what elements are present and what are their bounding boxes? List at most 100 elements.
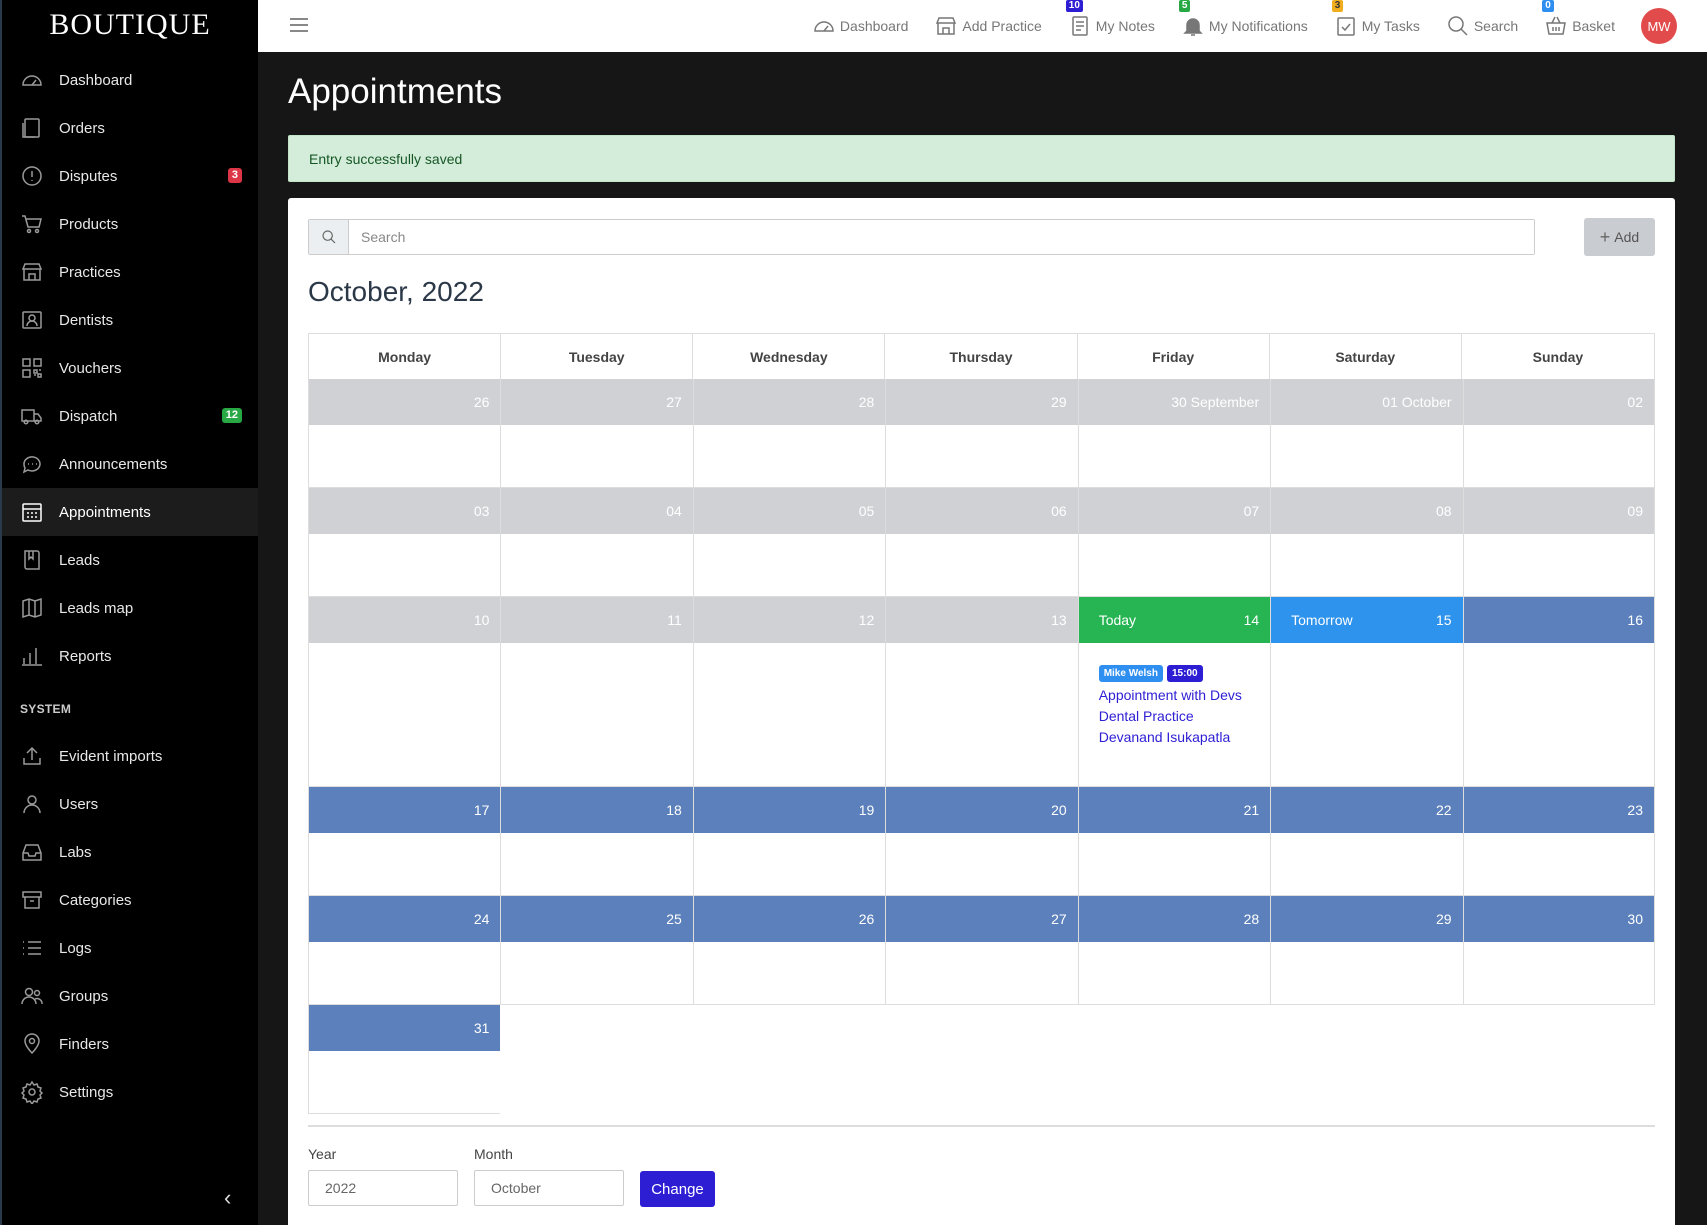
month-input[interactable]: [474, 1170, 624, 1206]
sidebar-item-groups[interactable]: Groups: [2, 972, 258, 1020]
calendar-day[interactable]: 04: [500, 488, 693, 597]
calendar-day[interactable]: 03: [308, 488, 501, 597]
calendar-day[interactable]: Tomorrow 15: [1270, 597, 1463, 787]
calendar-day[interactable]: 28: [692, 379, 886, 488]
day-body: [694, 643, 885, 786]
day-number: 17: [473, 802, 490, 818]
sidebar-item-labs[interactable]: Labs: [2, 828, 258, 876]
sidebar-item-practices[interactable]: Practices: [2, 248, 258, 296]
sidebar-item-settings[interactable]: Settings: [2, 1068, 258, 1116]
sidebar-item-leads-map[interactable]: Leads map: [2, 584, 258, 632]
calendar-day[interactable]: 07: [1077, 488, 1271, 597]
sidebar-item-dentists[interactable]: Dentists: [2, 296, 258, 344]
calendar-day[interactable]: 27: [885, 896, 1078, 1005]
sidebar-item-label: Categories: [59, 891, 132, 909]
calendar-day[interactable]: 11: [500, 597, 693, 787]
calendar-day[interactable]: 13: [885, 597, 1078, 787]
calendar-day[interactable]: 12: [692, 597, 886, 787]
sidebar-item-users[interactable]: Users: [2, 780, 258, 828]
calendar-day[interactable]: 09: [1462, 488, 1655, 597]
calendar-day[interactable]: 30 September: [1077, 379, 1271, 488]
inbox-icon: [19, 839, 45, 865]
calendar-day[interactable]: 28: [1077, 896, 1271, 1005]
collapse-sidebar-icon[interactable]: ‹: [224, 1186, 244, 1210]
event-link-line[interactable]: Dental Practice: [1099, 706, 1250, 727]
top-my-tasks-link[interactable]: 3 My Tasks: [1331, 0, 1420, 38]
sidebar-item-label: Users: [59, 795, 99, 813]
top-search-link[interactable]: Search: [1446, 14, 1518, 38]
sidebar-item-categories[interactable]: Categories: [2, 876, 258, 924]
calendar-day[interactable]: 27: [500, 379, 693, 488]
calendar-day[interactable]: 01 October: [1270, 379, 1463, 488]
book-icon: [19, 547, 45, 573]
day-body: [1079, 833, 1270, 895]
day-body: [886, 425, 1077, 487]
avatar[interactable]: MW: [1641, 8, 1677, 44]
sidebar-item-dashboard[interactable]: Dashboard: [2, 56, 258, 104]
calendar-day[interactable]: 08: [1270, 488, 1463, 597]
calendar-day[interactable]: 02: [1462, 379, 1655, 488]
calendar-day[interactable]: 30: [1462, 896, 1655, 1005]
calendar-day[interactable]: 20: [885, 787, 1078, 896]
calendar-day[interactable]: 10: [308, 597, 501, 787]
calendar-day[interactable]: 25: [500, 896, 693, 1005]
sidebar-item-disputes[interactable]: Disputes 3: [2, 152, 258, 200]
orders-icon: [19, 115, 45, 141]
notes-icon: [1072, 16, 1088, 36]
day-body: [1464, 833, 1654, 895]
menu-toggle-icon[interactable]: [290, 14, 308, 34]
sidebar-item-finders[interactable]: Finders: [2, 1020, 258, 1068]
day-number: 29: [1051, 394, 1067, 410]
calendar-day[interactable]: 19: [692, 787, 886, 896]
appointment-event[interactable]: Mike Welsh 15:00 Appointment with Devs Dent…: [1079, 643, 1270, 748]
sidebar-item-vouchers[interactable]: Vouchers: [2, 344, 258, 392]
day-number: 03: [473, 503, 490, 519]
calendar-day[interactable]: 26: [308, 379, 501, 488]
calendar-day[interactable]: 17: [308, 787, 501, 896]
calendar-day[interactable]: 23: [1462, 787, 1655, 896]
search-input[interactable]: [349, 220, 1534, 254]
calendar-day[interactable]: 16: [1462, 597, 1655, 787]
top-my-notes-link[interactable]: 10 My Notes: [1065, 0, 1155, 38]
calendar-day[interactable]: 29: [885, 379, 1078, 488]
sidebar-item-appointments[interactable]: Appointments: [2, 488, 258, 536]
event-time-badge: 15:00: [1166, 665, 1203, 682]
sidebar-item-orders[interactable]: Orders: [2, 104, 258, 152]
day-body: [694, 942, 885, 1004]
top-dashboard-link[interactable]: Dashboard: [812, 14, 908, 38]
day-number: 15: [1435, 612, 1452, 628]
sidebar-item-dispatch[interactable]: Dispatch 12: [2, 392, 258, 440]
year-input[interactable]: [308, 1170, 458, 1206]
calendar-day[interactable]: 21: [1077, 787, 1271, 896]
calendar-day[interactable]: 29: [1270, 896, 1463, 1005]
calendar-day[interactable]: 26: [692, 896, 886, 1005]
top-my-notifications-link[interactable]: 5 My Notifications: [1178, 0, 1308, 38]
sidebar-item-announcements[interactable]: Announcements: [2, 440, 258, 488]
calendar-day[interactable]: 06: [885, 488, 1078, 597]
day-number: 30 September: [1171, 394, 1260, 410]
calendar-day[interactable]: 31: [308, 1005, 501, 1114]
top-add-practice-link[interactable]: Add Practice: [934, 14, 1042, 38]
day-header: 10: [309, 597, 501, 643]
sidebar-item-leads[interactable]: Leads: [2, 536, 258, 584]
add-button[interactable]: + Add: [1584, 218, 1655, 256]
sidebar-item-evident-imports[interactable]: Evident imports: [2, 732, 258, 780]
day-number: 12: [858, 612, 875, 628]
top-add-practice-label: Add Practice: [962, 18, 1042, 34]
calendar-day[interactable]: 24: [308, 896, 501, 1005]
calendar-day[interactable]: 18: [500, 787, 693, 896]
change-button[interactable]: Change: [640, 1171, 715, 1207]
sidebar-item-logs[interactable]: Logs: [2, 924, 258, 972]
sidebar-item-reports[interactable]: Reports: [2, 632, 258, 680]
calendar-day[interactable]: Today 14 Mike Welsh 15:00 Appointment with D…: [1077, 597, 1271, 787]
day-number: 06: [1051, 503, 1067, 519]
calendar-day[interactable]: 05: [692, 488, 886, 597]
day-body: [886, 534, 1077, 596]
sidebar-item-products[interactable]: Products: [2, 200, 258, 248]
day-body: [1464, 942, 1654, 1004]
top-basket-link[interactable]: 0 Basket: [1542, 0, 1615, 38]
event-link-line[interactable]: Devanand Isukapatla: [1099, 727, 1250, 748]
brand-logo[interactable]: BOUTIQUE: [2, 0, 258, 50]
calendar-day[interactable]: 22: [1270, 787, 1463, 896]
event-link-line[interactable]: Appointment with Devs: [1099, 685, 1250, 706]
